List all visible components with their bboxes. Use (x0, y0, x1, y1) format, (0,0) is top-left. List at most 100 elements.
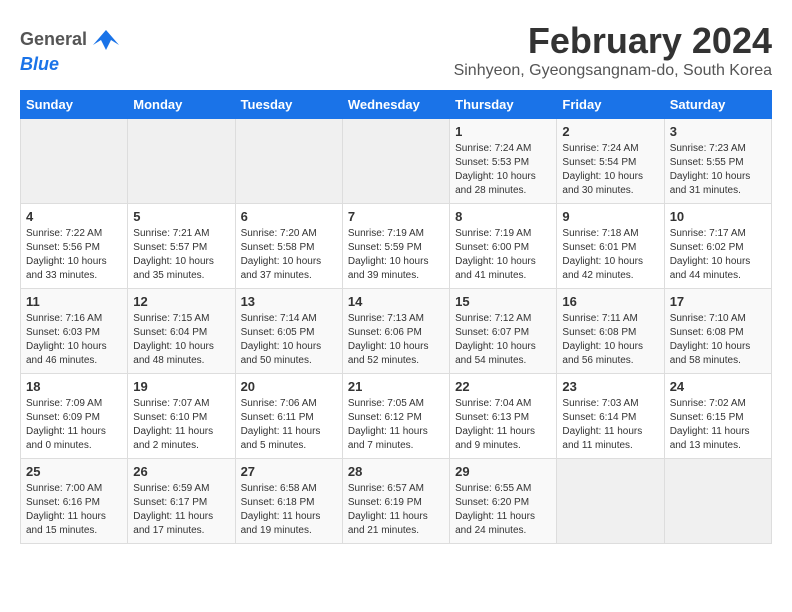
day-number: 4 (26, 209, 122, 224)
weekday-header: Friday (557, 91, 664, 119)
day-number: 19 (133, 379, 229, 394)
day-detail: Sunrise: 6:59 AMSunset: 6:17 PMDaylight:… (133, 482, 229, 538)
day-detail: Sunrise: 7:12 AMSunset: 6:07 PMDaylight:… (455, 312, 551, 368)
day-number: 3 (670, 124, 766, 139)
day-detail: Sunrise: 6:58 AMSunset: 6:18 PMDaylight:… (241, 482, 337, 538)
day-number: 11 (26, 294, 122, 309)
calendar-cell: 6 Sunrise: 7:20 AMSunset: 5:58 PMDaylight… (235, 204, 342, 289)
calendar-cell: 28 Sunrise: 6:57 AMSunset: 6:19 PMDayligh… (342, 459, 449, 544)
calendar-cell (342, 119, 449, 204)
day-number: 6 (241, 209, 337, 224)
calendar-week-row: 11 Sunrise: 7:16 AMSunset: 6:03 PMDayligh… (21, 289, 772, 374)
calendar-cell (557, 459, 664, 544)
header-row: SundayMondayTuesdayWednesdayThursdayFrid… (21, 91, 772, 119)
day-number: 12 (133, 294, 229, 309)
day-number: 29 (455, 464, 551, 479)
subtitle: Sinhyeon, Gyeongsangnam-do, South Korea (454, 62, 772, 80)
calendar-cell: 29 Sunrise: 6:55 AMSunset: 6:20 PMDayligh… (450, 459, 557, 544)
day-detail: Sunrise: 6:55 AMSunset: 6:20 PMDaylight:… (455, 482, 551, 538)
calendar-cell: 19 Sunrise: 7:07 AMSunset: 6:10 PMDayligh… (128, 374, 235, 459)
logo-general: General (20, 29, 87, 49)
calendar-table: SundayMondayTuesdayWednesdayThursdayFrid… (20, 90, 772, 544)
calendar-cell: 7Sunrise: 7:19 AMSunset: 5:59 PMDaylight… (342, 204, 449, 289)
calendar-cell: 2 Sunrise: 7:24 AMSunset: 5:54 PMDaylight… (557, 119, 664, 204)
day-detail: Sunrise: 7:03 AMSunset: 6:14 PMDaylight:… (562, 397, 658, 453)
day-number: 16 (562, 294, 658, 309)
calendar-cell: 10 Sunrise: 7:17 AMSunset: 6:02 PMDayligh… (664, 204, 771, 289)
day-detail: Sunrise: 7:04 AMSunset: 6:13 PMDaylight:… (455, 397, 551, 453)
day-number: 1 (455, 124, 551, 139)
day-number: 27 (241, 464, 337, 479)
calendar-cell: 25 Sunrise: 7:00 AMSunset: 6:16 PMDayligh… (21, 459, 128, 544)
day-detail: Sunrise: 7:20 AMSunset: 5:58 PMDaylight:… (241, 227, 337, 283)
day-detail: Sunrise: 7:19 AMSunset: 6:00 PMDaylight:… (455, 227, 551, 283)
weekday-header: Tuesday (235, 91, 342, 119)
calendar-cell: 18 Sunrise: 7:09 AMSunset: 6:09 PMDayligh… (21, 374, 128, 459)
day-detail: Sunrise: 7:11 AMSunset: 6:08 PMDaylight:… (562, 312, 658, 368)
calendar-cell: 24 Sunrise: 7:02 AMSunset: 6:15 PMDayligh… (664, 374, 771, 459)
day-number: 15 (455, 294, 551, 309)
day-number: 24 (670, 379, 766, 394)
calendar-cell: 17 Sunrise: 7:10 AMSunset: 6:08 PMDayligh… (664, 289, 771, 374)
day-detail: Sunrise: 7:13 AMSunset: 6:06 PMDaylight:… (348, 312, 444, 368)
day-detail: Sunrise: 7:02 AMSunset: 6:15 PMDaylight:… (670, 397, 766, 453)
calendar-cell: 15 Sunrise: 7:12 AMSunset: 6:07 PMDayligh… (450, 289, 557, 374)
day-detail: Sunrise: 6:57 AMSunset: 6:19 PMDaylight:… (348, 482, 444, 538)
day-number: 2 (562, 124, 658, 139)
day-detail: Sunrise: 7:16 AMSunset: 6:03 PMDaylight:… (26, 312, 122, 368)
calendar-cell: 4 Sunrise: 7:22 AMSunset: 5:56 PMDaylight… (21, 204, 128, 289)
day-number: 26 (133, 464, 229, 479)
calendar-cell: 26 Sunrise: 6:59 AMSunset: 6:17 PMDayligh… (128, 459, 235, 544)
day-number: 25 (26, 464, 122, 479)
day-detail: Sunrise: 7:19 AMSunset: 5:59 PMDaylight:… (348, 227, 444, 283)
calendar-week-row: 1 Sunrise: 7:24 AMSunset: 5:53 PMDaylight… (21, 119, 772, 204)
title-section: February 2024 Sinhyeon, Gyeongsangnam-do… (454, 20, 772, 80)
day-number: 13 (241, 294, 337, 309)
day-detail: Sunrise: 7:17 AMSunset: 6:02 PMDaylight:… (670, 227, 766, 283)
day-detail: Sunrise: 7:06 AMSunset: 6:11 PMDaylight:… (241, 397, 337, 453)
calendar-cell (128, 119, 235, 204)
day-number: 28 (348, 464, 444, 479)
calendar-cell: 13 Sunrise: 7:14 AMSunset: 6:05 PMDayligh… (235, 289, 342, 374)
calendar-cell: 22Sunrise: 7:04 AMSunset: 6:13 PMDayligh… (450, 374, 557, 459)
calendar-week-row: 18 Sunrise: 7:09 AMSunset: 6:09 PMDayligh… (21, 374, 772, 459)
day-detail: Sunrise: 7:22 AMSunset: 5:56 PMDaylight:… (26, 227, 122, 283)
day-detail: Sunrise: 7:15 AMSunset: 6:04 PMDaylight:… (133, 312, 229, 368)
calendar-cell: 3Sunrise: 7:23 AMSunset: 5:55 PMDaylight… (664, 119, 771, 204)
weekday-header: Monday (128, 91, 235, 119)
day-detail: Sunrise: 7:10 AMSunset: 6:08 PMDaylight:… (670, 312, 766, 368)
calendar-cell (21, 119, 128, 204)
logo-blue: Blue (20, 54, 59, 74)
day-detail: Sunrise: 7:18 AMSunset: 6:01 PMDaylight:… (562, 227, 658, 283)
calendar-cell: 1 Sunrise: 7:24 AMSunset: 5:53 PMDaylight… (450, 119, 557, 204)
day-number: 21 (348, 379, 444, 394)
calendar-cell: 9Sunrise: 7:18 AMSunset: 6:01 PMDaylight… (557, 204, 664, 289)
weekday-header: Wednesday (342, 91, 449, 119)
calendar-cell: 16 Sunrise: 7:11 AMSunset: 6:08 PMDayligh… (557, 289, 664, 374)
day-detail: Sunrise: 7:07 AMSunset: 6:10 PMDaylight:… (133, 397, 229, 453)
day-detail: Sunrise: 7:24 AMSunset: 5:54 PMDaylight:… (562, 142, 658, 198)
calendar-week-row: 25 Sunrise: 7:00 AMSunset: 6:16 PMDayligh… (21, 459, 772, 544)
day-detail: Sunrise: 7:09 AMSunset: 6:09 PMDaylight:… (26, 397, 122, 453)
day-detail: Sunrise: 7:05 AMSunset: 6:12 PMDaylight:… (348, 397, 444, 453)
day-detail: Sunrise: 7:21 AMSunset: 5:57 PMDaylight:… (133, 227, 229, 283)
calendar-cell: 8 Sunrise: 7:19 AMSunset: 6:00 PMDaylight… (450, 204, 557, 289)
calendar-cell (664, 459, 771, 544)
day-number: 10 (670, 209, 766, 224)
day-number: 5 (133, 209, 229, 224)
calendar-cell (235, 119, 342, 204)
day-number: 8 (455, 209, 551, 224)
day-detail: Sunrise: 7:14 AMSunset: 6:05 PMDaylight:… (241, 312, 337, 368)
calendar-cell: 27 Sunrise: 6:58 AMSunset: 6:18 PMDayligh… (235, 459, 342, 544)
calendar-cell: 12 Sunrise: 7:15 AMSunset: 6:04 PMDayligh… (128, 289, 235, 374)
day-detail: Sunrise: 7:24 AMSunset: 5:53 PMDaylight:… (455, 142, 551, 198)
day-number: 20 (241, 379, 337, 394)
day-number: 23 (562, 379, 658, 394)
header: General Blue February 2024 Sinhyeon, Gye… (20, 20, 772, 80)
day-detail: Sunrise: 7:00 AMSunset: 6:16 PMDaylight:… (26, 482, 122, 538)
day-number: 18 (26, 379, 122, 394)
calendar-week-row: 4 Sunrise: 7:22 AMSunset: 5:56 PMDaylight… (21, 204, 772, 289)
day-number: 17 (670, 294, 766, 309)
calendar-cell: 14Sunrise: 7:13 AMSunset: 6:06 PMDayligh… (342, 289, 449, 374)
weekday-header: Sunday (21, 91, 128, 119)
